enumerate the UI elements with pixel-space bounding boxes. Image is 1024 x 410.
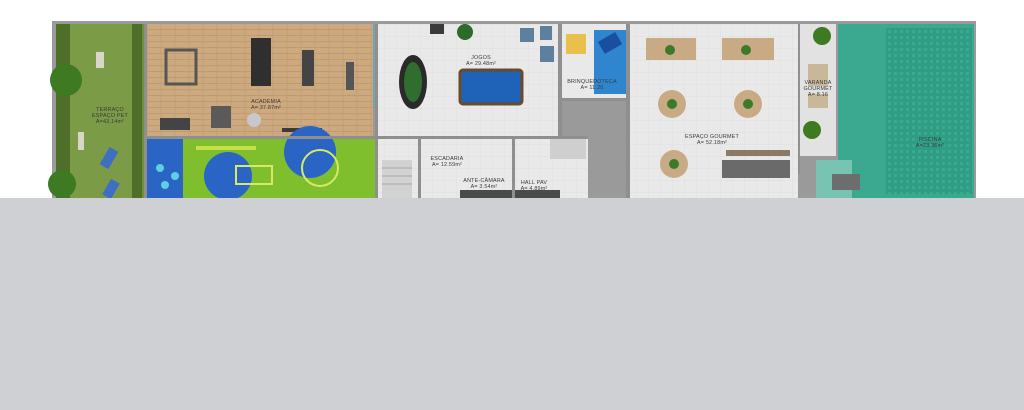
label-hall-pav-area: A= 4.89m² [521,186,548,192]
background-band [0,198,1024,410]
floor-plan-stage: TERRAÇO ESPAÇO PET A=43.14m² ACADEMIA A=… [0,0,1024,410]
bike-icon [346,62,354,90]
label-varanda-area: A= 8.16 [808,92,828,98]
treadmill-icon [251,38,271,86]
bike-icon [302,50,314,86]
room-espaco-gourmet [630,24,798,198]
label-academia-area: A= 37.87m² [251,105,281,111]
billiard-table-icon [458,68,524,106]
room-piscina [816,24,974,198]
label-brinquedoteca-area: A= 11.20 [581,85,604,91]
label-ante-camara-area: A= 3.54m² [471,184,498,190]
label-espaco-gourmet-area: A= 52.18m² [697,140,727,146]
label-ante-camara-name: ANTE-CÂMARA [463,177,505,184]
room-jogos [378,24,558,136]
label-escadaria-area: A= 12.59m² [432,162,462,168]
label-terraco-area: A=43.14m² [96,119,124,125]
room-academia [147,24,383,136]
kitchen-counter-icon [722,160,790,178]
label-jogos-area: A= 29.48m² [466,61,496,67]
label-piscina-area: A=23.36m² [916,143,944,149]
exercise-ball-icon [247,113,261,127]
dumbbell-rack-icon [160,118,190,130]
